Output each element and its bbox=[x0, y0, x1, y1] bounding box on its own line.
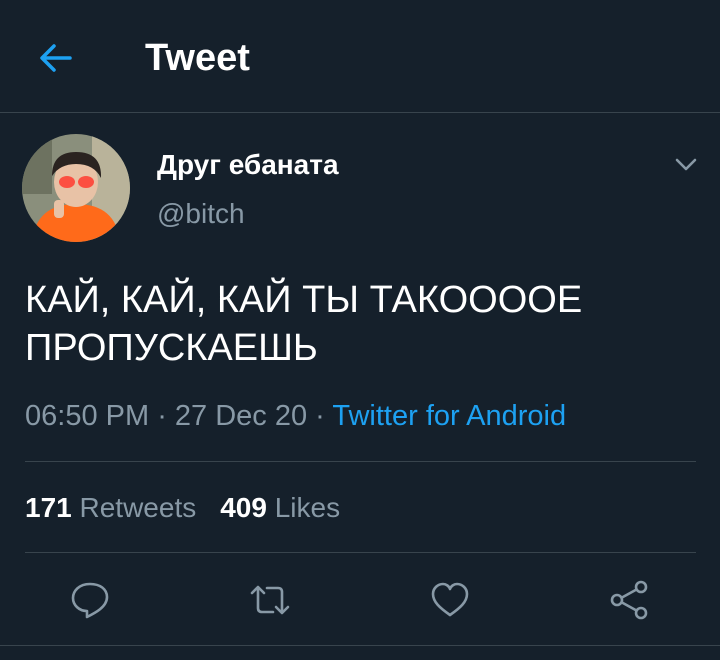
avatar[interactable] bbox=[22, 134, 130, 242]
divider bbox=[25, 552, 696, 553]
likes-label: Likes bbox=[274, 492, 341, 523]
meta-separator: · bbox=[307, 400, 333, 432]
reply-icon[interactable] bbox=[68, 578, 112, 622]
author-handle[interactable]: @bitch bbox=[157, 197, 245, 231]
retweets-label: Retweets bbox=[79, 492, 197, 523]
share-icon[interactable] bbox=[608, 578, 652, 622]
tweet-stats: 171 Retweets 409 Likes bbox=[25, 490, 340, 526]
divider bbox=[0, 645, 720, 646]
tweet-time: 06:50 PM bbox=[25, 400, 150, 432]
tweet-text-line: ПРОПУСКАЕШЬ bbox=[25, 327, 318, 369]
back-arrow-icon[interactable] bbox=[36, 38, 76, 78]
retweets-count: 171 bbox=[25, 492, 72, 523]
chevron-down-icon[interactable] bbox=[670, 148, 702, 180]
likes-count: 409 bbox=[220, 492, 267, 523]
divider bbox=[25, 461, 696, 462]
author-display-name[interactable]: Друг ебаната bbox=[157, 148, 339, 182]
page-title: Tweet bbox=[145, 37, 250, 79]
tweet-source-link[interactable]: Twitter for Android bbox=[332, 400, 566, 432]
tweet-date: 27 Dec 20 bbox=[174, 400, 308, 432]
retweets-stat[interactable]: 171 Retweets bbox=[25, 492, 196, 523]
tweet-text: КАЙ, КАЙ, КАЙ ТЫ ТАКООООЕ ПРОПУСКАЕШЬ bbox=[25, 276, 695, 372]
top-bar: Tweet bbox=[0, 0, 720, 113]
retweet-icon[interactable] bbox=[248, 578, 292, 622]
meta-separator: · bbox=[149, 400, 175, 432]
likes-stat[interactable]: 409 Likes bbox=[220, 492, 340, 523]
tweet-meta: 06:50 PM · 27 Dec 20 · Twitter for Andro… bbox=[25, 398, 566, 434]
tweet-text-line: КАЙ, КАЙ, КАЙ ТЫ ТАКООООЕ bbox=[25, 279, 583, 321]
like-icon[interactable] bbox=[428, 578, 472, 622]
